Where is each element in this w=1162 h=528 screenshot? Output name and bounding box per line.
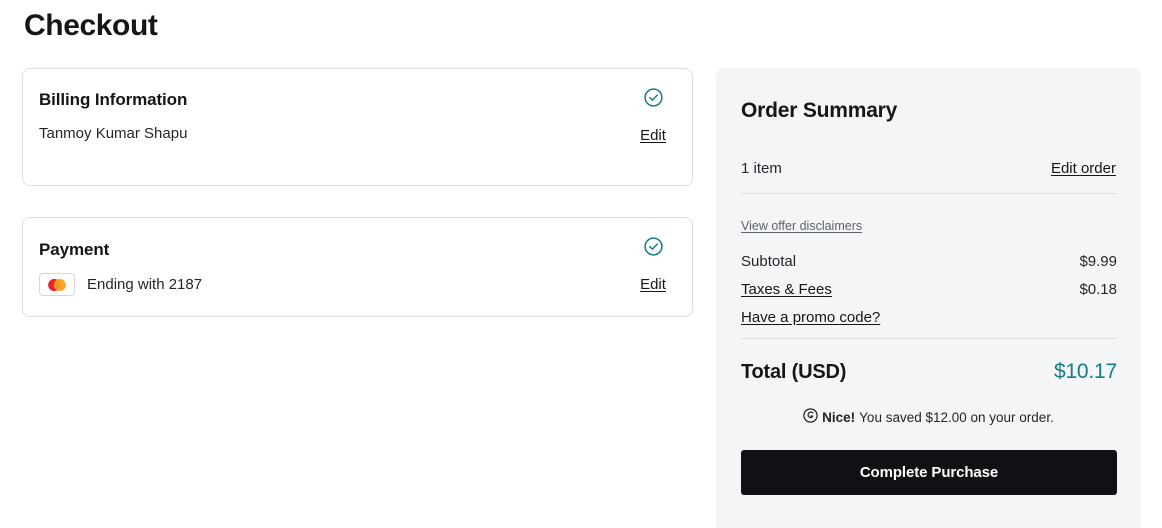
mastercard-icon — [39, 273, 75, 296]
subtotal-label: Subtotal — [741, 253, 796, 270]
edit-order-link[interactable]: Edit order — [1051, 160, 1116, 177]
promo-code-link[interactable]: Have a promo code? — [741, 309, 880, 326]
subtotal-row: Subtotal $9.99 — [741, 253, 1117, 270]
order-summary-title: Order Summary — [741, 99, 897, 123]
billing-customer-name: Tanmoy Kumar Shapu — [39, 125, 187, 142]
total-row: Total (USD) $10.17 — [741, 360, 1117, 384]
taxes-fees-row: Taxes & Fees $0.18 — [741, 281, 1117, 298]
subtotal-value: $9.99 — [1079, 253, 1117, 270]
summary-divider-top — [741, 193, 1117, 194]
total-label: Total (USD) — [741, 361, 846, 384]
complete-purchase-button[interactable]: Complete Purchase — [741, 450, 1117, 495]
billing-edit-link[interactable]: Edit — [631, 127, 675, 144]
order-item-count: 1 item — [741, 160, 782, 177]
taxes-fees-label[interactable]: Taxes & Fees — [741, 281, 832, 298]
payment-card: Payment Ending with 2187 Edit — [22, 217, 693, 317]
billing-information-card: Billing Information Tanmoy Kumar Shapu E… — [22, 68, 693, 186]
payment-card-actions: Edit — [631, 236, 675, 293]
billing-card-actions: Edit — [631, 87, 675, 144]
payment-method-row: Ending with 2187 — [39, 273, 202, 296]
taxes-fees-value: $0.18 — [1079, 281, 1117, 298]
payment-card-last4: Ending with 2187 — [87, 276, 202, 293]
summary-divider-total — [741, 338, 1117, 339]
circle-check-icon — [631, 87, 675, 113]
savings-badge-icon — [803, 408, 818, 426]
savings-text: You saved $12.00 on your order. — [859, 410, 1054, 425]
billing-card-title: Billing Information — [39, 90, 187, 110]
payment-edit-link[interactable]: Edit — [631, 276, 675, 293]
total-value: $10.17 — [1054, 360, 1117, 384]
savings-note: Nice! You saved $12.00 on your order. — [716, 408, 1141, 426]
view-offer-disclaimers-link[interactable]: View offer disclaimers — [741, 219, 862, 233]
savings-label: Nice! — [822, 410, 855, 425]
circle-check-icon — [631, 236, 675, 262]
payment-card-title: Payment — [39, 240, 109, 260]
order-summary-panel: Order Summary 1 item Edit order View off… — [716, 68, 1141, 528]
page-title: Checkout — [24, 6, 158, 46]
